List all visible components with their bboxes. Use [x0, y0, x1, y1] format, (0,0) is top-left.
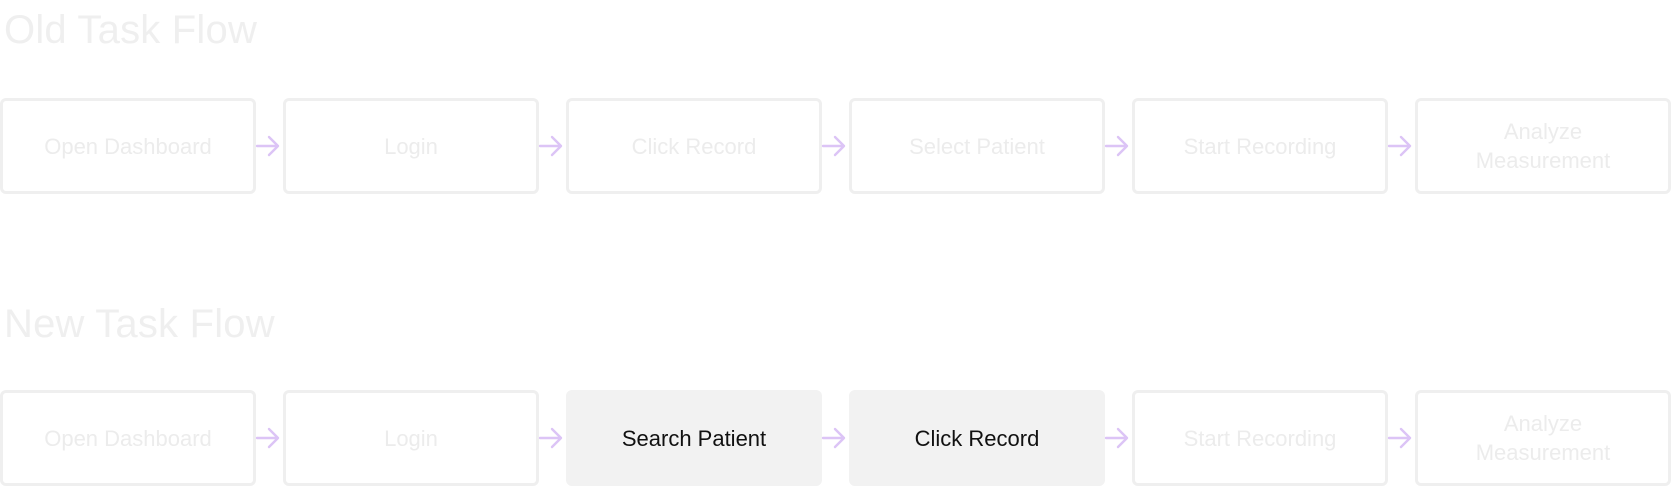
step-label: Select Patient: [909, 133, 1045, 159]
step-label: Analyze Measurement: [1475, 411, 1611, 465]
step-label: Click Record: [631, 133, 757, 159]
arrow-right-icon: [1386, 424, 1414, 452]
old-flow-step-6: Analyze Measurement: [1415, 98, 1671, 194]
old-flow-step-5: Start Recording: [1132, 98, 1388, 194]
new-flow-step-4: Click Record: [849, 390, 1105, 486]
step-label: Search Patient: [621, 425, 767, 451]
step-label: Login: [384, 425, 438, 451]
old-task-flow-row: Open Dashboard Login Click Record Select…: [0, 98, 1672, 194]
arrow-right-icon: [820, 132, 848, 160]
new-task-flow-row: Open Dashboard Login Search Patient Clic…: [0, 390, 1672, 486]
step-label: Start Recording: [1183, 425, 1337, 451]
arrow-right-icon: [1103, 132, 1131, 160]
new-flow-step-2: Login: [283, 390, 539, 486]
new-flow-step-3: Search Patient: [566, 390, 822, 486]
arrow-right-icon: [1103, 424, 1131, 452]
old-flow-step-3: Click Record: [566, 98, 822, 194]
step-label: Analyze Measurement: [1475, 119, 1611, 173]
step-label: Login: [384, 133, 438, 159]
old-flow-step-1: Open Dashboard: [0, 98, 256, 194]
arrow-right-icon: [537, 424, 565, 452]
new-flow-step-6: Analyze Measurement: [1415, 390, 1671, 486]
step-label: Click Record: [914, 425, 1040, 451]
arrow-right-icon: [820, 424, 848, 452]
arrow-right-icon: [254, 424, 282, 452]
step-label: Open Dashboard: [44, 425, 212, 451]
old-flow-step-4: Select Patient: [849, 98, 1105, 194]
step-label: Open Dashboard: [44, 133, 212, 159]
new-task-flow-title: New Task Flow: [4, 302, 275, 346]
old-flow-step-2: Login: [283, 98, 539, 194]
new-flow-step-5: Start Recording: [1132, 390, 1388, 486]
arrow-right-icon: [1386, 132, 1414, 160]
old-task-flow-title: Old Task Flow: [4, 8, 258, 52]
step-label: Start Recording: [1183, 133, 1337, 159]
new-flow-step-1: Open Dashboard: [0, 390, 256, 486]
arrow-right-icon: [537, 132, 565, 160]
arrow-right-icon: [254, 132, 282, 160]
